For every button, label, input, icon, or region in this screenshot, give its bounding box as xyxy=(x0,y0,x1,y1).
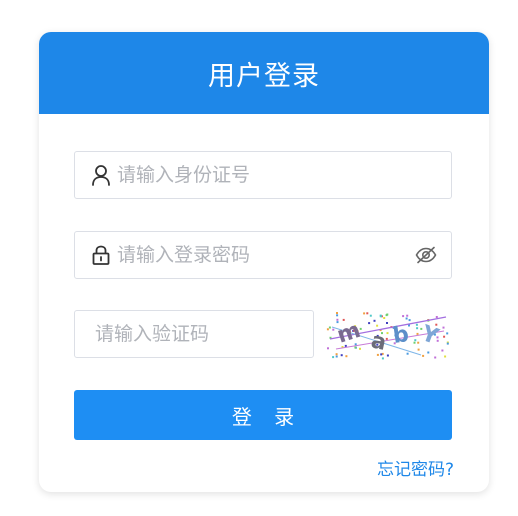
captcha-field[interactable] xyxy=(74,310,314,358)
password-field[interactable] xyxy=(74,231,452,279)
lock-icon xyxy=(89,243,113,267)
login-header: 用户登录 xyxy=(39,32,489,114)
page-title: 用户登录 xyxy=(208,60,320,92)
forgot-password-link[interactable]: 忘记密码? xyxy=(377,455,454,480)
captcha-letter: a xyxy=(369,328,389,356)
captcha-letter: Y xyxy=(417,321,442,351)
username-field[interactable] xyxy=(74,151,452,199)
eye-off-icon[interactable] xyxy=(413,242,439,268)
captcha-input[interactable] xyxy=(75,311,313,357)
captcha-letter: m xyxy=(334,318,364,349)
captcha-image[interactable]: mabY xyxy=(326,309,452,361)
password-input[interactable] xyxy=(113,232,413,278)
login-button[interactable]: 登 录 xyxy=(74,390,452,440)
username-input[interactable] xyxy=(113,152,451,198)
captcha-letter: b xyxy=(391,322,410,349)
login-card: 用户登录 请输入身份证号 请输入验证码 m a b Y 登 录 忘记密码? xyxy=(39,32,489,492)
user-icon xyxy=(89,163,113,187)
